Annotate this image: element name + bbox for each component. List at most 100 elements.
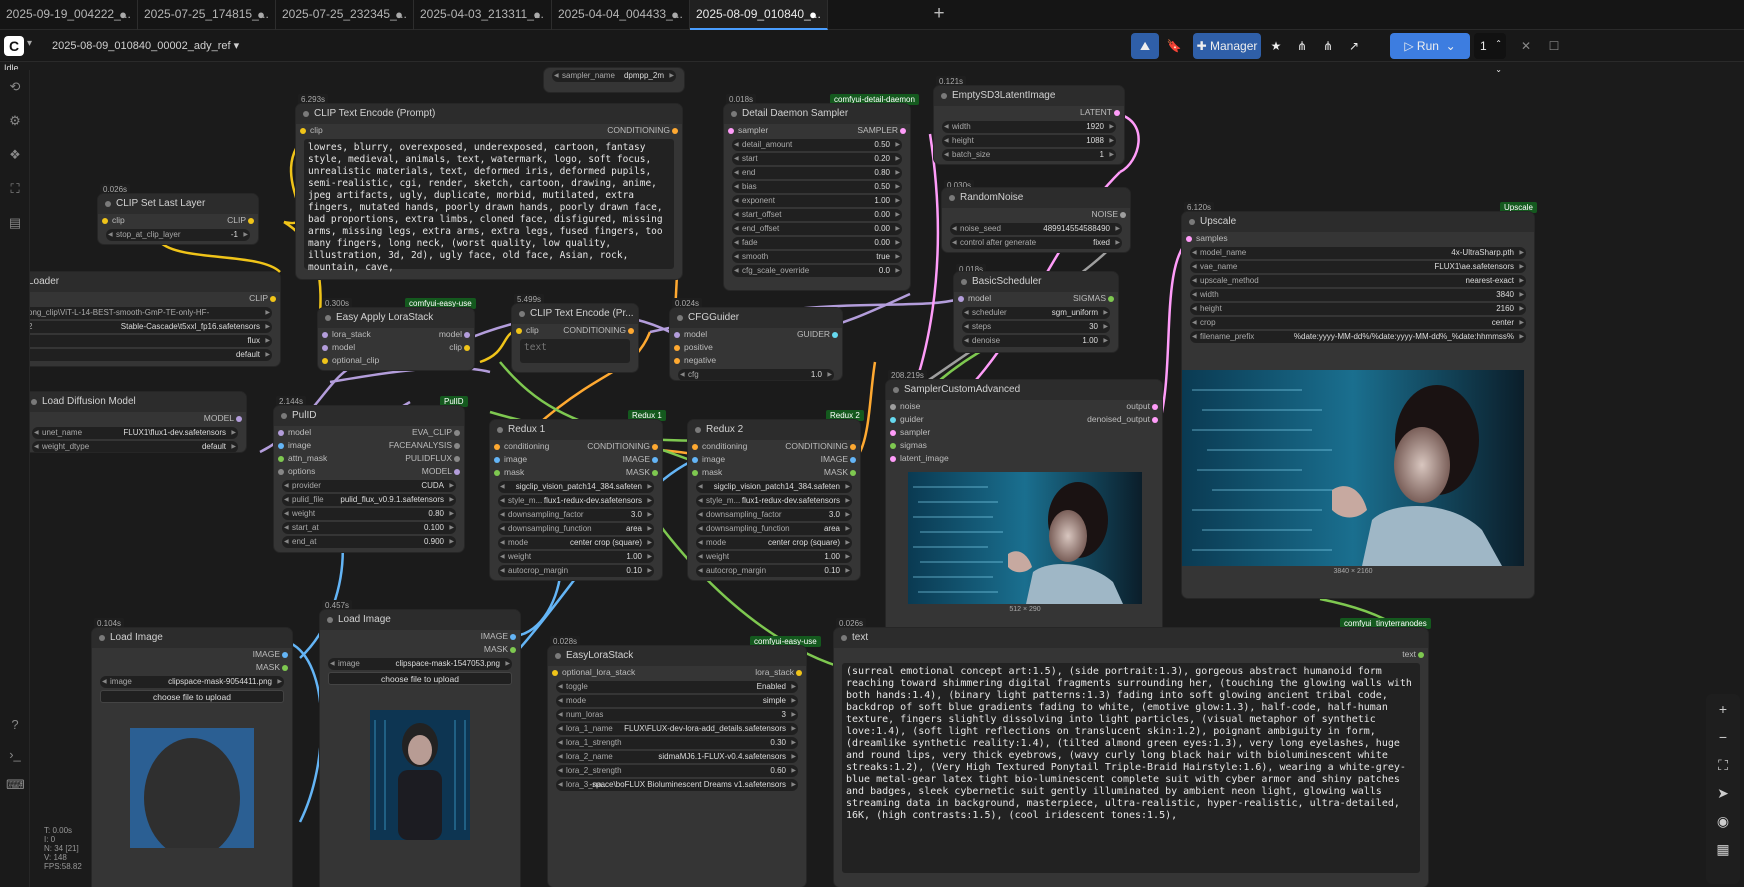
bookmark-icon[interactable]: 🔖	[1162, 33, 1186, 59]
graph-icon[interactable]: ⋔	[1317, 33, 1339, 59]
zoom-out-icon[interactable]: −	[1714, 728, 1732, 746]
widget-bias[interactable]: bias 0.50	[732, 181, 902, 193]
widget-noise-seed[interactable]: noise_seed 489914554588490	[950, 223, 1122, 235]
widget-lora-1-strength[interactable]: lora_1_strength 0.30	[556, 737, 798, 749]
widget-batch-size[interactable]: batch_size 1	[942, 149, 1116, 161]
output-slot[interactable]	[454, 456, 460, 462]
prompt-textarea[interactable]: text	[520, 339, 630, 363]
widget-mode[interactable]: mode center crop (square)	[498, 537, 654, 549]
input-slot[interactable]	[552, 670, 558, 676]
input-image-preview[interactable]	[370, 710, 470, 840]
output-slot[interactable]	[510, 647, 516, 653]
output-slot[interactable]	[282, 652, 288, 658]
widget-control-after-generate[interactable]: control after generate fixed	[950, 237, 1122, 249]
output-slot[interactable]	[652, 444, 658, 450]
zoom-in-icon[interactable]: +	[1714, 700, 1732, 718]
graph-canvas[interactable]: sampler_namedpmpp_2m 6.293s CLIP Text En…	[30, 62, 1744, 887]
close-icon[interactable]: ✕	[1515, 33, 1537, 59]
node-detail-daemon-sampler[interactable]: Detail Daemon Sampler sampler SAMPLER det…	[724, 104, 910, 290]
widget-start-offset[interactable]: start_offset 0.00	[732, 209, 902, 221]
node-dual-clip-loader[interactable]: Loader CLIP ong_clip\ViT-L-14-BEST-smoot…	[30, 272, 280, 366]
input-image-preview[interactable]	[130, 728, 254, 848]
input-slot[interactable]	[1186, 236, 1192, 242]
close-icon[interactable]: ●	[119, 0, 127, 29]
widget-start-at[interactable]: start_at 0.100	[282, 522, 456, 534]
widget-clip-name-1[interactable]: ong_clip\ViT-L-14-BEST-smooth-GmP-TE-onl…	[30, 307, 272, 329]
workflow-name[interactable]: 2025-08-09_010840_00002_ady_ref ▾	[52, 39, 239, 52]
node-upscale[interactable]: Upscale samples model_name 4x-UltraSharp.…	[1182, 212, 1534, 598]
node-clip-set-last-layer[interactable]: CLIP Set Last Layer clip CLIP stop_at_cli…	[98, 194, 258, 244]
input-slot[interactable]	[300, 128, 306, 134]
star-icon[interactable]: ★	[1265, 33, 1287, 59]
output-slot[interactable]	[248, 218, 254, 224]
widget-autocrop-margin[interactable]: autocrop_margin 0.10	[498, 565, 654, 577]
widget-smooth[interactable]: smooth true	[732, 251, 902, 263]
input-slot[interactable]	[494, 457, 500, 463]
node-redux-1[interactable]: Redux 1 conditioning CONDITIONING image IMA…	[490, 420, 662, 580]
input-slot[interactable]	[516, 328, 522, 334]
widget-filename-prefix[interactable]: filename_prefix %date:yyyy-MM-dd%/%date:y…	[1190, 331, 1526, 343]
widget-value[interactable]: sigclip_vision_patch14_384.safeten	[498, 481, 654, 493]
queue-count-input[interactable]: 1 ⌃ ⌄	[1474, 33, 1506, 74]
widget-device[interactable]: default	[30, 349, 272, 361]
widget-model-name[interactable]: model_name 4x-UltraSharp.pth	[1190, 247, 1526, 259]
tab-workflow-4[interactable]: 2025-04-03_213311_... ●	[414, 0, 552, 30]
fullscreen-icon[interactable]: ☐	[1543, 33, 1565, 59]
node-easy-apply-lorastack[interactable]: Easy Apply LoraStack lora_stack model mod…	[318, 308, 474, 370]
input-slot[interactable]	[890, 404, 896, 410]
node-load-image-2[interactable]: Load Image IMAGE MASK image clipspace-mas…	[320, 610, 520, 887]
output-slot[interactable]	[282, 665, 288, 671]
output-slot[interactable]	[796, 670, 802, 676]
output-slot[interactable]	[1114, 110, 1120, 116]
input-slot[interactable]	[278, 469, 284, 475]
widget-lora-2-name[interactable]: lora_2_name sidmaMJ6.1-FLUX-v0.4.safetens…	[556, 751, 798, 763]
history-icon[interactable]: ⟲	[6, 78, 24, 96]
widget-lora-2-strength[interactable]: lora_2_strength 0.60	[556, 765, 798, 777]
output-slot[interactable]	[832, 332, 838, 338]
sampler-icon[interactable]: ⋔	[1291, 33, 1313, 59]
workflows-icon[interactable]: ▤	[6, 214, 24, 232]
tab-workflow-3[interactable]: 2025-07-25_232345_... ●	[276, 0, 414, 30]
choose-file-button[interactable]: choose file to upload	[328, 672, 512, 685]
widget-toggle[interactable]: toggle Enabled	[556, 681, 798, 693]
widget-scheduler[interactable]: scheduler sgm_uniform	[962, 307, 1110, 319]
widget-height[interactable]: height 1088	[942, 135, 1116, 147]
widget-value[interactable]: sigclip_vision_patch14_384.safeten	[696, 481, 852, 493]
output-slot[interactable]	[652, 470, 658, 476]
widget-denoise[interactable]: denoise 1.00	[962, 335, 1110, 347]
input-slot[interactable]	[322, 358, 328, 364]
widget-stop-at-clip-layer[interactable]: stop_at_clip_layer -1	[106, 229, 250, 241]
widget-mode[interactable]: mode center crop (square)	[696, 537, 852, 549]
output-slot[interactable]	[454, 443, 460, 449]
node-cfg-guider[interactable]: CFGGuider model GUIDER positive negative …	[670, 308, 842, 380]
widget-detail-amount[interactable]: detail_amount 0.50	[732, 139, 902, 151]
input-slot[interactable]	[674, 345, 680, 351]
input-slot[interactable]	[890, 417, 896, 423]
output-slot[interactable]	[850, 457, 856, 463]
widget-num-loras[interactable]: num_loras 3	[556, 709, 798, 721]
widget-height[interactable]: height 2160	[1190, 303, 1526, 315]
widget-end-at[interactable]: end_at 0.900	[282, 536, 456, 548]
input-slot[interactable]	[692, 470, 698, 476]
keyboard-icon[interactable]: ⌨	[6, 776, 25, 794]
node-clip-text-encode-2[interactable]: CLIP Text Encode (Pr... clip CONDITIONING…	[512, 304, 638, 372]
queue-icon[interactable]: ⚙	[6, 112, 24, 130]
tab-workflow-1[interactable]: 2025-09-19_004222_... ●	[0, 0, 138, 30]
widget-style-m-[interactable]: style_m...flux1-redux-dev.safetensors	[696, 495, 852, 507]
close-icon[interactable]: ●	[257, 0, 265, 29]
widget-weight[interactable]: weight 0.80	[282, 508, 456, 520]
widget-width[interactable]: width 3840	[1190, 289, 1526, 301]
node-clip-text-encode[interactable]: CLIP Text Encode (Prompt) clip CONDITIONI…	[296, 104, 682, 279]
visibility-icon[interactable]: ◉	[1714, 812, 1732, 830]
widget-clip-name-2[interactable]: 2 Stable-Cascade\t5xxl_fp16.safetensors	[30, 321, 272, 333]
minimap-icon[interactable]: ▦	[1714, 840, 1732, 858]
input-slot[interactable]	[674, 358, 680, 364]
node-basic-scheduler[interactable]: BasicScheduler model SIGMAS scheduler sgm_…	[954, 272, 1118, 352]
node-random-noise[interactable]: RandomNoise NOISE noise_seed 489914554588…	[942, 188, 1130, 252]
output-slot[interactable]	[1152, 404, 1158, 410]
output-slot[interactable]	[1418, 652, 1424, 658]
output-slot[interactable]	[236, 416, 242, 422]
share-icon[interactable]: ↗	[1343, 33, 1365, 59]
output-slot[interactable]	[1152, 417, 1158, 423]
fit-view-icon[interactable]: ⛶	[1714, 756, 1732, 774]
